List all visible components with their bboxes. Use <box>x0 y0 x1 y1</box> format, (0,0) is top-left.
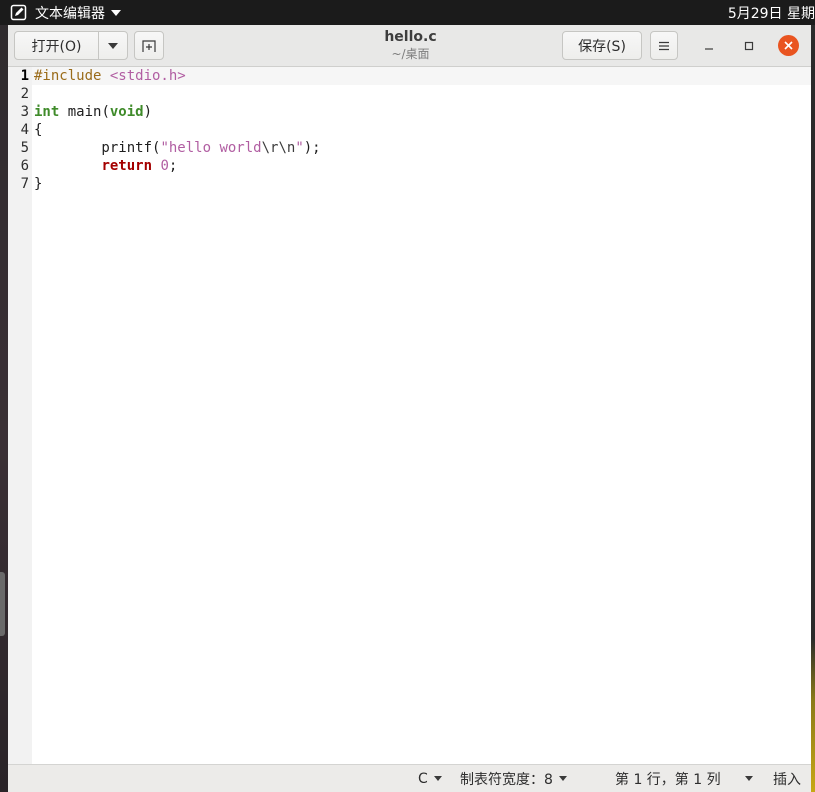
minimize-button[interactable] <box>700 37 718 55</box>
code-token: ; <box>168 158 178 174</box>
code-line: int main(void) <box>34 103 321 121</box>
save-button[interactable]: 保存(S) <box>562 31 642 60</box>
code-token: <stdio.h> <box>109 68 186 84</box>
code-line: printf("hello world\r\n"); <box>34 139 321 157</box>
line-number: 3 <box>20 104 29 120</box>
language-select[interactable]: C <box>418 765 442 792</box>
line-number: 7 <box>20 176 29 192</box>
open-dropdown-button[interactable] <box>98 31 128 60</box>
desktop-right-edge <box>811 25 815 792</box>
title-block: hello.c ~/桌面 <box>308 28 513 62</box>
close-icon <box>784 41 793 50</box>
code-token: " <box>295 140 304 156</box>
tab-width-select[interactable]: 制表符宽度：8 <box>460 765 567 792</box>
app-menu[interactable]: 文本编辑器 <box>0 0 121 25</box>
line-numbers: 1 2 3 4 5 6 7 <box>8 67 32 193</box>
code-line: return 0; <box>34 157 321 175</box>
document-path: ~/桌面 <box>391 47 430 61</box>
header-bar: 打开(O) hello.c ~/桌面 保存(S) <box>8 25 811 67</box>
chevron-down-icon <box>433 776 442 781</box>
chevron-down-icon <box>745 776 753 781</box>
chevron-down-icon <box>558 776 567 781</box>
code-token: printf( <box>34 140 161 156</box>
chevron-down-icon <box>111 9 121 16</box>
code-line: { <box>34 121 321 139</box>
code-token: } <box>34 176 43 192</box>
open-button[interactable]: 打开(O) <box>14 31 99 60</box>
chevron-down-icon <box>108 42 118 49</box>
line-number: 4 <box>20 122 29 138</box>
code-token: void <box>109 104 144 120</box>
line-number: 2 <box>20 86 29 102</box>
editor-window: 打开(O) hello.c ~/桌面 保存(S) 1 2 3 4 5 6 7 #… <box>8 25 811 792</box>
code-token: { <box>34 122 43 138</box>
insert-mode-indicator[interactable]: 插入 <box>773 765 801 792</box>
desktop-left-edge <box>0 25 8 792</box>
clock[interactable]: 5月29日 星期 <box>728 3 815 23</box>
maximize-icon <box>744 41 754 51</box>
open-button-group: 打开(O) <box>14 31 128 60</box>
code-token: \r\n <box>261 140 296 156</box>
new-tab-button[interactable] <box>134 31 164 60</box>
close-button[interactable] <box>778 35 799 56</box>
code-token: 0 <box>160 158 169 174</box>
cursor-position-dropdown[interactable] <box>739 765 753 792</box>
code-content[interactable]: #include <stdio.h> int main(void){ printf… <box>34 67 321 193</box>
hamburger-menu-icon <box>659 41 669 50</box>
system-top-bar: 文本编辑器 5月29日 星期 <box>0 0 815 25</box>
code-token: return <box>101 158 153 174</box>
text-editor-icon <box>10 4 27 21</box>
app-menu-label: 文本编辑器 <box>35 5 105 22</box>
language-label: C <box>418 770 428 787</box>
cursor-position: 第 1 行，第 1 列 <box>615 771 721 788</box>
minimize-icon <box>705 48 713 50</box>
tab-width-label: 制表符宽度：8 <box>460 771 553 788</box>
code-token: "hello world <box>160 140 262 156</box>
new-tab-icon <box>142 39 156 52</box>
code-line: } <box>34 175 321 193</box>
dock-handle <box>0 572 5 636</box>
code-token: ); <box>303 140 321 156</box>
document-title: hello.c <box>384 29 437 45</box>
code-token: #include <box>34 68 110 84</box>
line-number: 6 <box>20 158 29 174</box>
menu-button[interactable] <box>650 31 678 60</box>
code-token: int <box>34 104 60 120</box>
status-bar: C 制表符宽度：8 第 1 行，第 1 列 插入 <box>8 764 811 792</box>
line-number: 5 <box>20 140 29 156</box>
line-number: 1 <box>20 68 29 84</box>
maximize-button[interactable] <box>740 37 758 55</box>
text-editor-area[interactable]: 1 2 3 4 5 6 7 #include <stdio.h> int main(void)… <box>8 67 811 764</box>
code-line: #include <stdio.h> <box>34 67 321 85</box>
code-token: main( <box>59 104 110 120</box>
code-token: ) <box>143 104 153 120</box>
